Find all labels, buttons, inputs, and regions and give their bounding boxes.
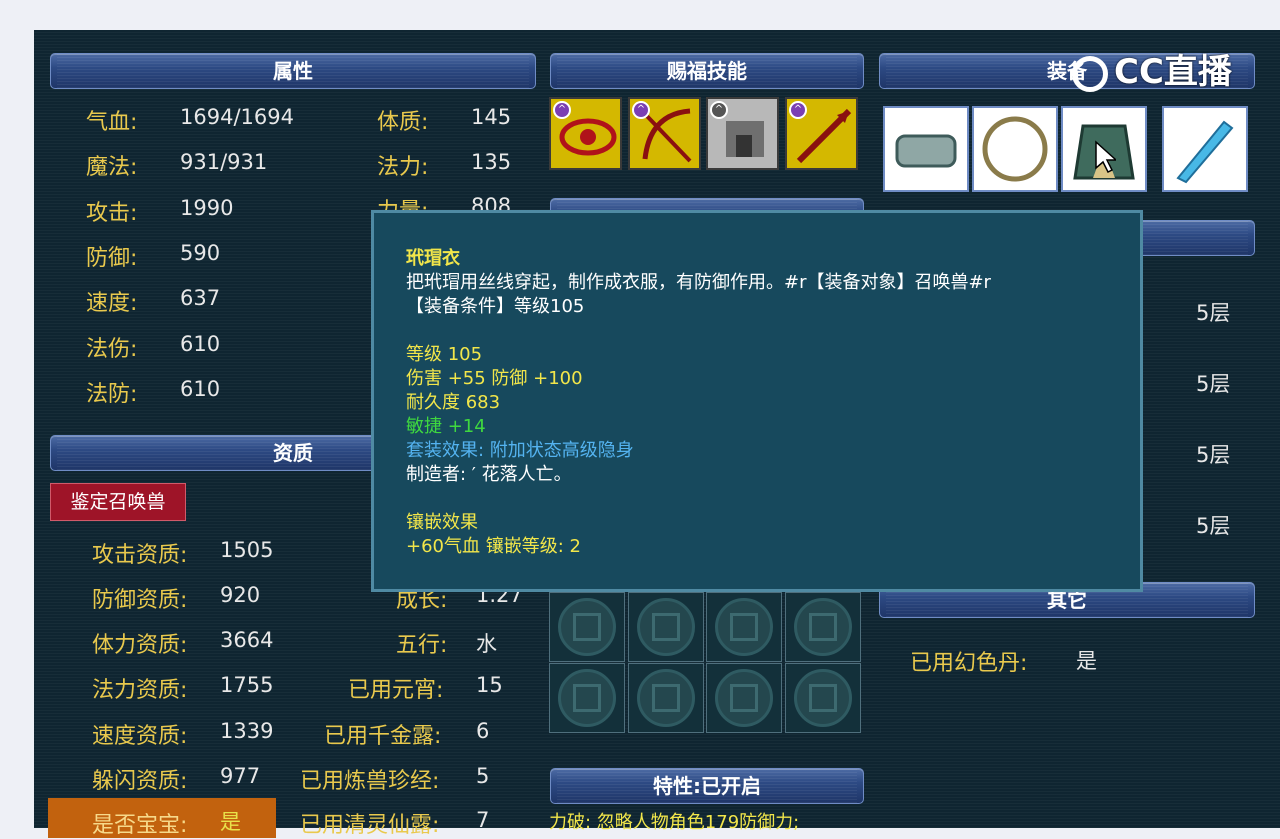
- skill-upgrade-icon: ^: [553, 101, 571, 119]
- ring-icon: [982, 116, 1048, 182]
- attr-value: 610: [180, 332, 221, 356]
- empty-slot[interactable]: [785, 592, 861, 662]
- header-attributes: 属性: [50, 53, 536, 89]
- attr-value: 637: [180, 286, 221, 310]
- skill-upgrade-icon: ^: [632, 101, 650, 119]
- aptitude-value: 1505: [220, 538, 274, 562]
- tooltip-damage-defense: 伤害 +55 防御 +100: [406, 368, 583, 389]
- aptitude-label: 法力资质:: [92, 678, 188, 703]
- seal-icon: [637, 669, 695, 727]
- attr-value: 610: [180, 377, 221, 401]
- attr-label: 攻击:: [86, 201, 138, 226]
- seal-icon: [715, 598, 773, 656]
- attr-value: 135: [471, 150, 512, 174]
- tooltip-durability: 耐久度 683: [406, 392, 501, 413]
- attr-label: 防御:: [86, 246, 138, 271]
- other-value: 是: [1076, 649, 1097, 673]
- aptitude-value: 是: [220, 810, 241, 834]
- attr-label: 速度:: [86, 291, 138, 316]
- tooltip-inlay: +60气血 镶嵌等级: 2: [406, 536, 581, 557]
- seal-icon: [715, 669, 773, 727]
- empty-slot[interactable]: [549, 663, 625, 733]
- tooltip-level: 等级 105: [406, 344, 483, 365]
- cc-logo-text: CC直播: [1114, 52, 1232, 92]
- layer-value: 5层: [1196, 443, 1231, 467]
- attr-label: 法力:: [377, 155, 429, 180]
- attr-value: 1694/1694: [180, 105, 294, 129]
- aptitude-label: 五行:: [396, 633, 448, 658]
- skill-icon-eye[interactable]: ^: [549, 97, 622, 170]
- seal-icon: [558, 669, 616, 727]
- aptitude-label: 已用元宵:: [348, 678, 444, 703]
- aptitude-value: 水: [476, 632, 497, 656]
- attr-value: 1990: [180, 196, 234, 220]
- skill-icon-spear[interactable]: ^: [785, 97, 858, 170]
- bracer-icon: [895, 134, 957, 168]
- identify-summon-button[interactable]: 鉴定召唤兽: [50, 483, 186, 521]
- empty-slot[interactable]: [628, 592, 704, 662]
- blade-icon: [1176, 120, 1234, 184]
- aptitude-value: 15: [476, 673, 503, 697]
- tooltip-requirement: 【装备条件】等级105: [406, 296, 585, 317]
- empty-slot[interactable]: [549, 592, 625, 662]
- aptitude-value: 7: [476, 808, 490, 832]
- cc-live-logo: CC直播: [1072, 44, 1232, 93]
- layer-value: 5层: [1196, 301, 1231, 325]
- header-traits: 特性:已开启: [550, 768, 864, 804]
- attr-label: 法防:: [86, 382, 138, 407]
- aptitude-value: 1755: [220, 673, 274, 697]
- mouse-cursor-icon: [1095, 140, 1116, 174]
- aptitude-value: 1339: [220, 719, 274, 743]
- layer-value: 5层: [1196, 372, 1231, 396]
- aptitude-label: 防御资质:: [92, 588, 188, 613]
- empty-slot[interactable]: [628, 663, 704, 733]
- equip-slot-bracers[interactable]: [883, 106, 969, 192]
- aptitude-label: 已用清灵仙露:: [300, 813, 440, 838]
- trait-description: 力破: 忽略人物角色179防御力;: [549, 812, 800, 833]
- aptitude-value: 6: [476, 719, 490, 743]
- equip-slot-weapon[interactable]: [1162, 106, 1248, 192]
- attr-label: 法伤:: [86, 337, 138, 362]
- skill-icon-shield[interactable]: ^: [706, 97, 779, 170]
- aptitude-label: 躲闪资质:: [92, 769, 188, 794]
- tooltip-maker: 制造者: ′ 花落人亡。: [406, 464, 572, 485]
- aptitude-value: 920: [220, 583, 261, 607]
- header-skills: 赐福技能: [550, 53, 864, 89]
- tooltip-item-name: 玳瑁衣: [406, 248, 460, 269]
- layer-value: 5层: [1196, 514, 1231, 538]
- tooltip-agility: 敏捷 +14: [406, 416, 486, 437]
- seal-icon: [794, 669, 852, 727]
- empty-slot[interactable]: [706, 663, 782, 733]
- tooltip-description: 把玳瑁用丝线穿起，制作成衣服，有防御作用。#r【装备对象】召唤兽#r: [406, 272, 991, 293]
- attr-value: 931/931: [180, 150, 268, 174]
- aptitude-label: 是否宝宝:: [92, 813, 188, 838]
- skill-upgrade-icon: ^: [789, 101, 807, 119]
- skill-icon-bow[interactable]: ^: [628, 97, 701, 170]
- aptitude-label: 速度资质:: [92, 724, 188, 749]
- attr-label: 魔法:: [86, 155, 138, 180]
- empty-slot[interactable]: [785, 663, 861, 733]
- tooltip-set-effect: 套装效果: 附加状态高级隐身: [406, 440, 634, 461]
- seal-icon: [637, 598, 695, 656]
- aptitude-value: 977: [220, 764, 261, 788]
- tooltip-inlay-title: 镶嵌效果: [406, 512, 478, 533]
- aptitude-label: 攻击资质:: [92, 543, 188, 568]
- aptitude-label: 已用炼兽珍经:: [300, 769, 440, 794]
- other-label: 已用幻色丹:: [910, 651, 1028, 676]
- cc-logo-icon: [1072, 55, 1108, 92]
- aptitude-label: 体力资质:: [92, 633, 188, 658]
- attr-value: 590: [180, 241, 221, 265]
- empty-slot[interactable]: [706, 592, 782, 662]
- aptitude-value: 5: [476, 764, 490, 788]
- attr-label: 气血:: [86, 110, 138, 135]
- seal-icon: [558, 598, 616, 656]
- aptitude-label: 已用千金露:: [324, 724, 442, 749]
- seal-icon: [794, 598, 852, 656]
- item-tooltip: 玳瑁衣 把玳瑁用丝线穿起，制作成衣服，有防御作用。#r【装备对象】召唤兽#r 【…: [371, 210, 1143, 592]
- attr-value: 145: [471, 105, 512, 129]
- attr-label: 体质:: [377, 110, 429, 135]
- equip-slot-ring[interactable]: [972, 106, 1058, 192]
- skill-upgrade-icon: ^: [710, 101, 728, 119]
- aptitude-value: 3664: [220, 628, 274, 652]
